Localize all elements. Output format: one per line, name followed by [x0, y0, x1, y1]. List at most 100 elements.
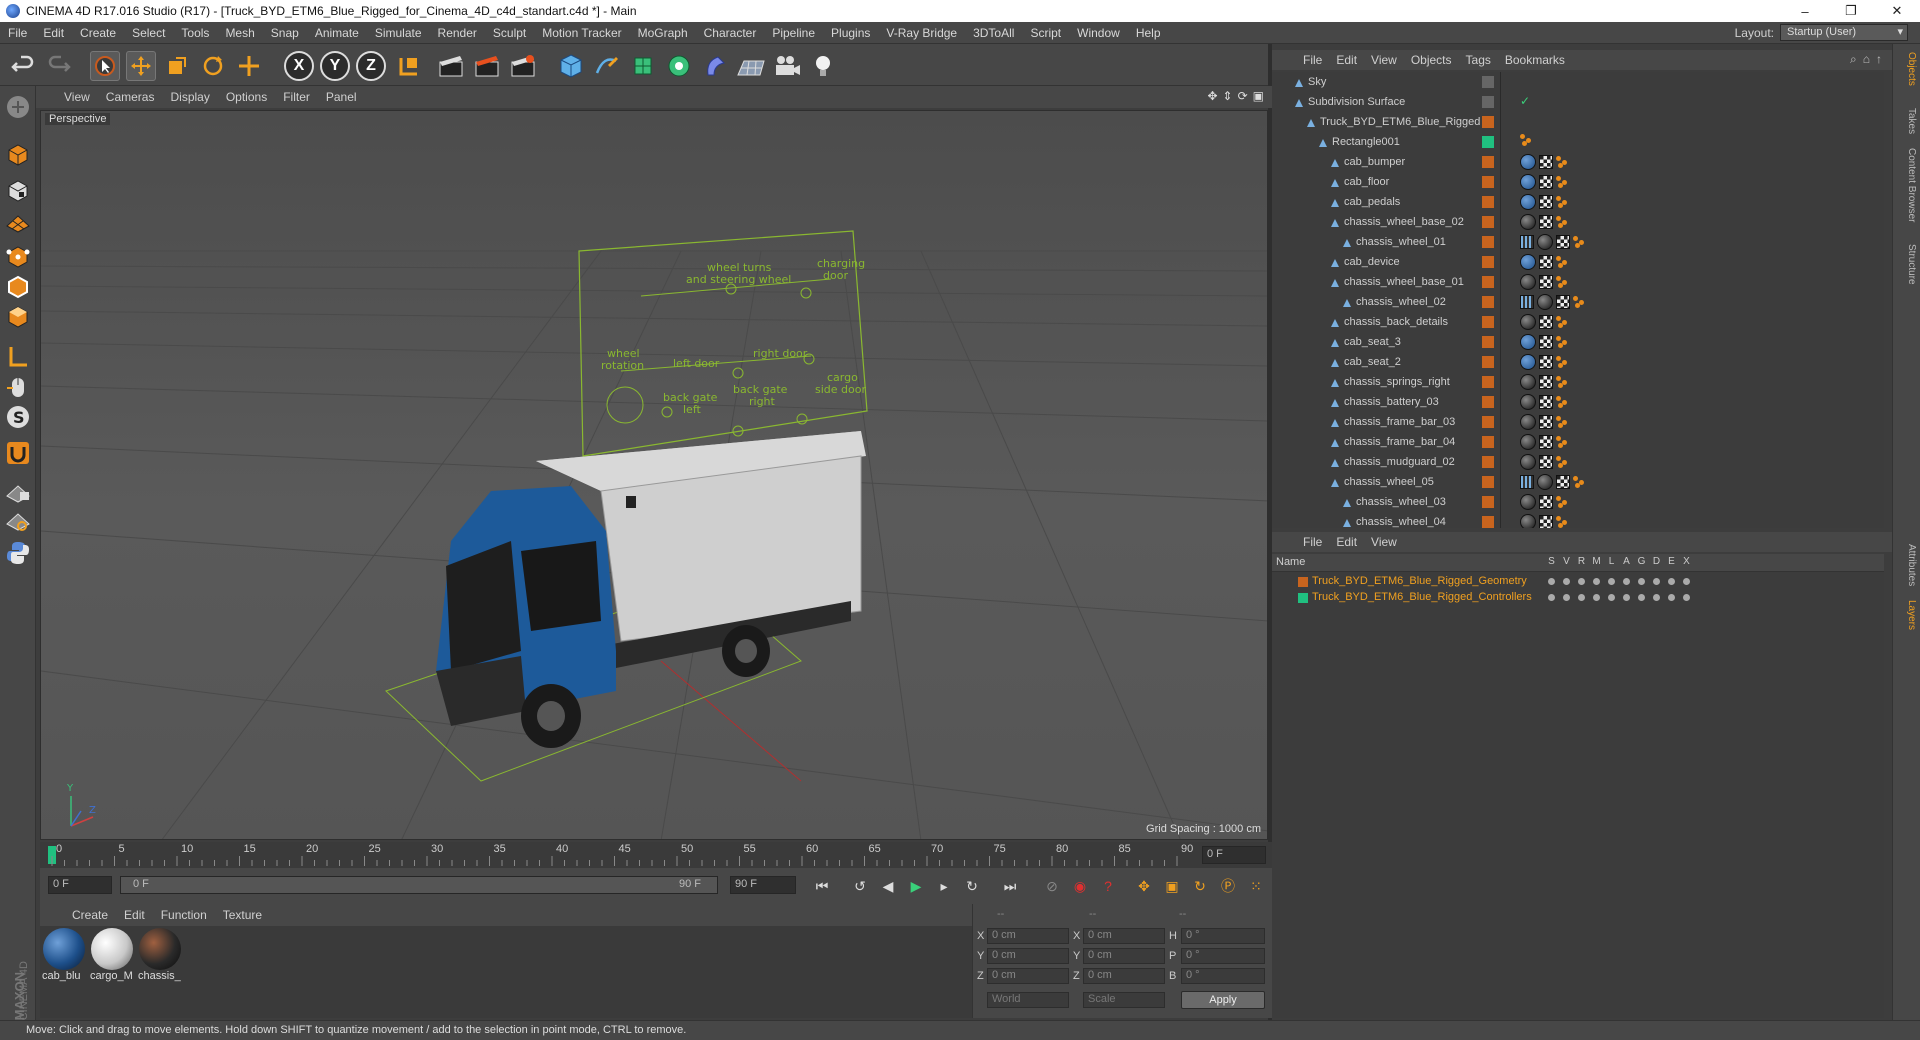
- start-frame-field[interactable]: 0 F: [48, 876, 112, 894]
- layer-row[interactable]: Truck_BYD_ETM6_Blue_Rigged_Geometry: [1272, 574, 1884, 590]
- layer-color-swatch[interactable]: [1482, 456, 1494, 468]
- size-y-field[interactable]: 0 cm: [1083, 948, 1165, 964]
- object-row[interactable]: chassis_frame_bar_04: [1272, 432, 1884, 452]
- layer-column-header[interactable]: R: [1574, 556, 1589, 567]
- render-icon[interactable]: [1574, 576, 1589, 588]
- home-icon[interactable]: ⌂: [1863, 52, 1870, 67]
- object-row[interactable]: cab_device: [1272, 252, 1884, 272]
- menu-edit[interactable]: Edit: [35, 26, 72, 40]
- solo-dot-icon[interactable]: [1544, 592, 1559, 604]
- menu-motion-tracker[interactable]: Motion Tracker: [534, 26, 629, 40]
- menu-character[interactable]: Character: [696, 26, 765, 40]
- object-row[interactable]: chassis_mudguard_02: [1272, 452, 1884, 472]
- position-y-field[interactable]: 0 cm: [987, 948, 1069, 964]
- up-arrow-icon[interactable]: ↑: [1876, 52, 1882, 67]
- render-region-button[interactable]: [472, 51, 502, 81]
- viewport-menu-options[interactable]: Options: [218, 90, 275, 104]
- material-tag-dark[interactable]: [1520, 374, 1536, 390]
- menu-animate[interactable]: Animate: [307, 26, 367, 40]
- layer-row[interactable]: Truck_BYD_ETM6_Blue_Rigged_Controllers: [1272, 590, 1884, 606]
- menu-vray-bridge[interactable]: V-Ray Bridge: [878, 26, 965, 40]
- material-tag-blue[interactable]: [1520, 334, 1536, 350]
- truck-model[interactable]: [436, 431, 866, 748]
- material-menu-texture[interactable]: Texture: [215, 908, 270, 922]
- phong-tag[interactable]: [1556, 416, 1570, 428]
- menu-sculpt[interactable]: Sculpt: [485, 26, 534, 40]
- polygons-mode-button[interactable]: [3, 302, 33, 332]
- position-z-field[interactable]: 0 cm: [987, 968, 1069, 984]
- cube-primitive-button[interactable]: [556, 51, 586, 81]
- maximize-button[interactable]: ❐: [1828, 0, 1874, 22]
- menu-pipeline[interactable]: Pipeline: [764, 26, 823, 40]
- lock-icon[interactable]: [1604, 592, 1619, 604]
- animation-icon[interactable]: [1619, 592, 1634, 604]
- rotate-tool-button[interactable]: [198, 51, 228, 81]
- perspective-viewport[interactable]: Perspective wheel turns and steering whe…: [40, 110, 1268, 840]
- object-row[interactable]: chassis_battery_03: [1272, 392, 1884, 412]
- previous-frame-button[interactable]: ◀: [876, 875, 900, 897]
- enabled-check-icon[interactable]: ✓: [1520, 94, 1530, 108]
- phong-tag[interactable]: [1573, 296, 1587, 308]
- record-keys-button[interactable]: ⊘: [1040, 875, 1064, 897]
- uvw-tag[interactable]: [1556, 235, 1570, 249]
- key-rotation-button[interactable]: ↻: [1188, 875, 1212, 897]
- edges-mode-button[interactable]: [3, 272, 33, 302]
- tab-structure[interactable]: Structure: [1897, 244, 1917, 285]
- expression-icon[interactable]: [1664, 576, 1679, 588]
- object-row[interactable]: chassis_wheel_02: [1272, 292, 1884, 312]
- rotation-p-field[interactable]: 0 °: [1181, 948, 1265, 964]
- material-tag-dark[interactable]: [1520, 394, 1536, 410]
- y-axis-lock-button[interactable]: Y: [320, 51, 350, 81]
- object-row[interactable]: Truck_BYD_ETM6_Blue_Rigged: [1272, 112, 1884, 132]
- layer-column-header[interactable]: X: [1679, 556, 1694, 567]
- uvw-tag[interactable]: [1539, 275, 1553, 289]
- layer-color-swatch[interactable]: [1482, 316, 1494, 328]
- snap-button[interactable]: S: [3, 402, 33, 432]
- tab-objects[interactable]: Objects: [1897, 52, 1917, 86]
- object-row[interactable]: cab_seat_3: [1272, 332, 1884, 352]
- object-row[interactable]: chassis_springs_right: [1272, 372, 1884, 392]
- layer-color-swatch[interactable]: [1482, 356, 1494, 368]
- layer-column-header[interactable]: D: [1649, 556, 1664, 567]
- objects-menu-view[interactable]: View: [1364, 53, 1404, 67]
- layer-color-swatch[interactable]: [1482, 476, 1494, 488]
- uvw-tag[interactable]: [1539, 255, 1553, 269]
- deformer-icon[interactable]: [1649, 592, 1664, 604]
- uvw-tag[interactable]: [1539, 335, 1553, 349]
- phong-tag[interactable]: [1556, 496, 1570, 508]
- uvw-tag[interactable]: [1539, 355, 1553, 369]
- phong-tag[interactable]: [1556, 396, 1570, 408]
- menu-tools[interactable]: Tools: [173, 26, 217, 40]
- phong-tag[interactable]: [1556, 356, 1570, 368]
- magnet-button[interactable]: [3, 438, 33, 468]
- viewport-dolly-icon[interactable]: ⇕: [1223, 89, 1233, 103]
- uvw-tag[interactable]: [1539, 455, 1553, 469]
- phong-tag[interactable]: [1573, 476, 1587, 488]
- key-pla-button[interactable]: ⁙: [1244, 875, 1268, 897]
- tab-takes[interactable]: Takes: [1897, 108, 1917, 134]
- next-frame-button[interactable]: ▸: [932, 875, 956, 897]
- menu-file[interactable]: File: [0, 26, 35, 40]
- layer-color-swatch[interactable]: [1298, 593, 1308, 603]
- redo-button[interactable]: [44, 51, 74, 81]
- object-column-divider[interactable]: [1500, 72, 1501, 528]
- viewport-menu-filter[interactable]: Filter: [275, 90, 318, 104]
- phong-tag[interactable]: [1520, 134, 1534, 146]
- uvw-tag[interactable]: [1539, 515, 1553, 528]
- layers-menu-edit[interactable]: Edit: [1329, 535, 1364, 549]
- manager-icon[interactable]: [1589, 592, 1604, 604]
- end-frame-field[interactable]: 90 F: [730, 876, 796, 894]
- material-tag-dark[interactable]: [1520, 414, 1536, 430]
- material-tag-blue[interactable]: [1520, 154, 1536, 170]
- objects-menu-objects[interactable]: Objects: [1404, 53, 1459, 67]
- object-row[interactable]: cab_bumper: [1272, 152, 1884, 172]
- object-row[interactable]: chassis_wheel_base_01: [1272, 272, 1884, 292]
- object-row[interactable]: cab_pedals: [1272, 192, 1884, 212]
- object-row[interactable]: Rectangle001: [1272, 132, 1884, 152]
- viewport-maximize-icon[interactable]: ▣: [1253, 89, 1264, 103]
- material-tag-dark[interactable]: [1537, 294, 1553, 310]
- manager-icon[interactable]: [1589, 576, 1604, 588]
- material-item[interactable]: chassis_: [138, 928, 182, 982]
- size-z-field[interactable]: 0 cm: [1083, 968, 1165, 984]
- live-selection-button[interactable]: [90, 51, 120, 81]
